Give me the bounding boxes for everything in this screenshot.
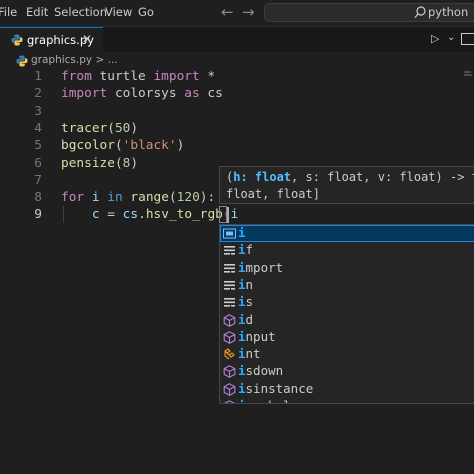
menu-go[interactable]: Go: [138, 5, 154, 19]
suggestion-label: isdown: [238, 363, 284, 379]
suggestion-item-id[interactable]: id: [220, 312, 474, 329]
keyword-icon: [223, 262, 236, 275]
split-editor-icon[interactable]: [461, 33, 474, 45]
keyword-icon: [223, 279, 236, 292]
suggestion-item-import[interactable]: import: [220, 260, 474, 277]
search-icon: [414, 6, 426, 18]
breadcrumb-separator: >: [95, 54, 105, 66]
indent-guide: [63, 206, 64, 223]
code-line[interactable]: pensize(8): [61, 156, 138, 171]
search-text: python: [428, 5, 469, 19]
suggestion-label: if: [238, 242, 254, 258]
code-line[interactable]: c = cs.hsv_to_rgb(i: [61, 207, 238, 222]
active-parameter: h: float: [233, 170, 292, 184]
menu-selection[interactable]: Selection: [54, 5, 107, 19]
function-icon: [223, 330, 236, 344]
suggestion-item-issubclass[interactable]: issubclass: [220, 398, 474, 403]
code-line[interactable]: for i in range(120):: [61, 190, 215, 205]
line-number: 8: [34, 190, 42, 206]
line-number: 2: [34, 86, 42, 102]
suggestion-label: import: [238, 259, 284, 275]
code-line[interactable]: from turtle import *: [61, 69, 215, 84]
breadcrumb-more[interactable]: ...: [108, 54, 118, 66]
command-center-search[interactable]: python: [264, 3, 474, 22]
breadcrumb: graphics.py > ...: [0, 52, 474, 69]
line-number: 1: [34, 69, 42, 84]
signature-help-popup: (h: float, s: float, v: float) -> tu flo…: [219, 166, 474, 204]
signature-line-2: float, float]: [226, 187, 320, 201]
tab-graphics-py[interactable]: graphics.py ✕: [0, 27, 103, 52]
suggestion-label: isinstance: [238, 380, 314, 396]
suggestion-label: input: [238, 328, 276, 344]
breadcrumb-file-label: graphics.py: [31, 54, 93, 66]
keyword-icon: [223, 244, 236, 257]
suggestion-item-isdown[interactable]: isdown: [220, 363, 474, 380]
chevron-down-icon[interactable]: ⌄: [447, 32, 455, 43]
line-number: 6: [34, 155, 42, 171]
line-number: 5: [34, 138, 42, 154]
line-number: 3: [34, 103, 42, 119]
suggestion-item-is[interactable]: is: [220, 294, 474, 311]
line-number: 7: [34, 172, 42, 188]
python-file-icon: [11, 34, 23, 46]
code-line[interactable]: bgcolor('black'): [61, 138, 184, 153]
suggestion-item-isinstance[interactable]: isinstance: [220, 381, 474, 398]
suggestion-label: int: [238, 346, 261, 362]
suggestion-widget[interactable]: i ifimportin isidinput intisdownisinstance i…: [219, 224, 474, 404]
suggestion-item-int[interactable]: int: [220, 346, 474, 363]
suggestion-label: in: [238, 276, 254, 292]
menu-file[interactable]: File: [0, 5, 17, 19]
menu-view[interactable]: View: [105, 5, 132, 19]
variable-icon: [223, 227, 236, 240]
suggestion-item-input[interactable]: input: [220, 329, 474, 346]
function-icon: [223, 365, 236, 379]
back-arrow-icon[interactable]: ←: [221, 3, 234, 21]
suggestion-item-i[interactable]: i: [220, 225, 474, 243]
forward-arrow-icon[interactable]: →: [242, 3, 255, 21]
suggestion-label: is: [238, 294, 254, 310]
code-line[interactable]: tracer(50): [61, 121, 138, 136]
function-icon: [223, 400, 236, 403]
bracket-match-highlight: [219, 206, 227, 223]
suggestion-label: issubclass: [238, 398, 313, 403]
suggestion-label: i: [238, 225, 246, 240]
close-icon[interactable]: ✕: [82, 32, 92, 46]
suggestion-label: id: [238, 311, 254, 327]
code-editor[interactable]: 1 234 567 89 from turtle import * import col…: [0, 69, 474, 474]
suggestion-item-in[interactable]: in: [220, 277, 474, 294]
class-icon: [223, 348, 236, 361]
menu-edit[interactable]: Edit: [26, 5, 48, 19]
signature-line-1: (h: float, s: float, v: float) -> tu: [226, 170, 474, 184]
text-cursor: [227, 207, 229, 223]
title-bar: File Edit Selection View Go ← → python: [0, 0, 474, 27]
suggestion-item-if[interactable]: if: [220, 242, 474, 259]
editor-tabs: graphics.py ✕ ▷ ⌄: [0, 27, 474, 53]
run-icon[interactable]: ▷: [431, 32, 439, 45]
function-icon: [223, 382, 236, 396]
line-number: 4: [34, 120, 42, 136]
keyword-icon: [223, 296, 236, 309]
function-icon: [223, 313, 236, 327]
python-file-icon: [16, 55, 28, 67]
breadcrumb-file[interactable]: graphics.py > ...: [31, 54, 118, 66]
line-number: 9: [34, 207, 42, 223]
code-line[interactable]: import colorsys as cs: [61, 86, 223, 101]
